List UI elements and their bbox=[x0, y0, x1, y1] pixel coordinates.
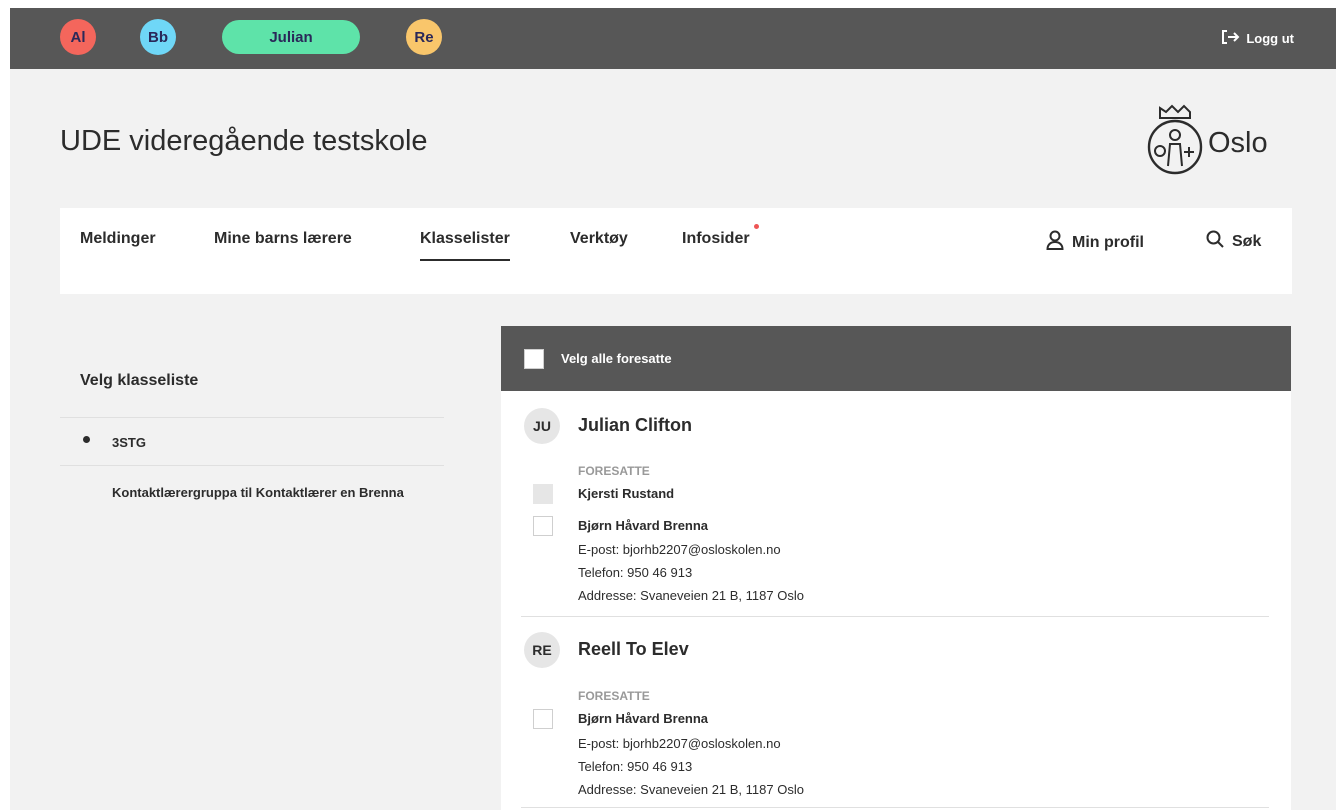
avatar: RE bbox=[524, 632, 560, 668]
child-chip-julian[interactable]: Julian bbox=[222, 20, 360, 54]
guardian-name: Bjørn Håvard Brenna bbox=[578, 518, 709, 533]
nav-mine-barns-laerere[interactable]: Mine barns lærere bbox=[214, 230, 352, 248]
guardian-name: Bjørn Håvard Brenna bbox=[578, 711, 709, 726]
selected-bullet bbox=[83, 436, 90, 443]
sidebar-heading: Velg klasseliste bbox=[80, 372, 199, 389]
profile-label: Min profil bbox=[1072, 233, 1144, 251]
student-list: JU Julian Clifton FORESATTE Kjersti Rust… bbox=[501, 391, 1291, 810]
guardian-phone: Telefon: 950 46 913 bbox=[578, 565, 693, 580]
guardians-label: FORESATTE bbox=[578, 464, 650, 478]
sidebar-item-kontaktlaerergruppa[interactable]: Kontaktlærergruppa til Kontaktlærer en B… bbox=[112, 482, 452, 503]
logout-label: Logg ut bbox=[1246, 31, 1294, 46]
sidebar-divider bbox=[60, 465, 444, 466]
nav-infosider[interactable]: Infosider bbox=[682, 224, 759, 248]
logout-icon bbox=[1220, 29, 1240, 48]
app: Al Bb Julian Re Logg ut UDE videregående… bbox=[10, 8, 1336, 810]
logout-button[interactable]: Logg ut bbox=[1220, 8, 1294, 69]
guardian-address: Addresse: Svaneveien 21 B, 1187 Oslo bbox=[578, 588, 804, 603]
sidebar-divider bbox=[60, 417, 444, 418]
guardian-checkbox-disabled bbox=[533, 484, 553, 504]
student-divider bbox=[521, 616, 1269, 617]
sidebar-item-3stg[interactable]: 3STG bbox=[112, 432, 146, 453]
guardian-email: E-post: bjorhb2207@osloskolen.no bbox=[578, 736, 781, 751]
child-chip-al[interactable]: Al bbox=[60, 19, 96, 55]
search-label: Søk bbox=[1232, 232, 1262, 250]
notification-dot bbox=[753, 224, 759, 229]
select-all-label: Velg alle foresatte bbox=[561, 351, 672, 366]
nav-verktoy[interactable]: Verktøy bbox=[570, 230, 628, 248]
guardians-label: FORESATTE bbox=[578, 689, 650, 703]
nav-klasselister[interactable]: Klasselister bbox=[420, 230, 510, 261]
user-icon bbox=[1046, 230, 1064, 255]
search-link[interactable]: Søk bbox=[1206, 230, 1261, 253]
panel-header: Velg alle foresatte bbox=[501, 326, 1291, 391]
main-nav: Meldinger Mine barns lærere Klasselister… bbox=[60, 208, 1292, 294]
oslo-seal-icon bbox=[1146, 104, 1204, 183]
guardian-checkbox[interactable] bbox=[533, 516, 553, 536]
avatar: JU bbox=[524, 408, 560, 444]
guardian-address: Addresse: Svaneveien 21 B, 1187 Oslo bbox=[578, 782, 804, 797]
student-divider bbox=[521, 807, 1269, 808]
select-all-checkbox[interactable] bbox=[524, 348, 544, 369]
logo-text: Oslo bbox=[1208, 127, 1268, 159]
student-name: Julian Clifton bbox=[578, 415, 692, 435]
page-title: UDE videregående testskole bbox=[60, 125, 428, 157]
student-name: Reell To Elev bbox=[578, 639, 689, 659]
profile-link[interactable]: Min profil bbox=[1046, 230, 1144, 255]
nav-infosider-label: Infosider bbox=[682, 230, 750, 247]
search-icon bbox=[1206, 230, 1224, 253]
guardian-name: Kjersti Rustand bbox=[578, 486, 675, 501]
guardian-email: E-post: bjorhb2207@osloskolen.no bbox=[578, 542, 781, 557]
child-chip-bb[interactable]: Bb bbox=[140, 19, 176, 55]
guardian-phone: Telefon: 950 46 913 bbox=[578, 759, 693, 774]
child-chip-re[interactable]: Re bbox=[406, 19, 442, 55]
oslo-logo: Oslo bbox=[1146, 104, 1268, 183]
guardian-checkbox[interactable] bbox=[533, 709, 553, 729]
nav-meldinger[interactable]: Meldinger bbox=[80, 230, 156, 248]
top-bar: Al Bb Julian Re Logg ut bbox=[10, 8, 1336, 69]
